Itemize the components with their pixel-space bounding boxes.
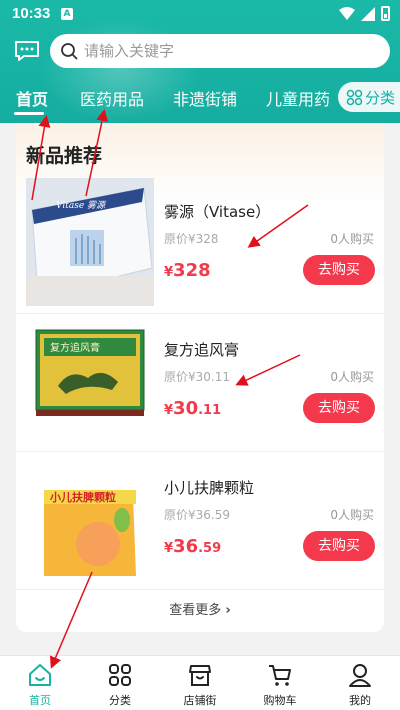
message-icon[interactable]: [14, 40, 40, 62]
price-integer: 328: [173, 260, 211, 281]
buy-button[interactable]: 去购买: [303, 255, 375, 285]
product-item[interactable]: 复方追风膏 复方追风膏 原价¥30.11 0人购买 ¥30.11 去购买: [16, 316, 384, 446]
product-name: 小儿扶脾颗粒: [164, 479, 255, 497]
view-more-link[interactable]: 查看更多 ›: [16, 599, 384, 618]
user-icon: [349, 664, 371, 687]
tabbar-home[interactable]: 首页: [0, 656, 80, 710]
product-original-price: 原价¥328: [164, 232, 219, 246]
tabbar-cart[interactable]: 购物车: [240, 656, 320, 710]
product-sold-count: 0人购买: [330, 370, 374, 384]
cart-icon: [269, 665, 291, 686]
product-sold-count: 0人购买: [330, 508, 374, 522]
price-decimal: .59: [198, 541, 222, 556]
tabbar-label: 购物车: [263, 694, 297, 707]
tabbar-category[interactable]: 分类: [80, 656, 160, 710]
wifi-icon: [339, 7, 355, 20]
price-integer: 30: [173, 398, 199, 419]
tabbar-mine[interactable]: 我的: [320, 656, 400, 710]
search-icon: [61, 43, 78, 60]
price-integer: 36: [173, 536, 199, 557]
product-name: 复方追风膏: [164, 341, 240, 359]
status-bar: 10:33 A: [0, 0, 400, 28]
chevron-right-icon: ›: [225, 603, 231, 618]
sim-icon: A: [61, 8, 73, 20]
app-screen: 10:33 A 首页 医药用品 非遗街铺 儿童用药 分类: [0, 0, 400, 710]
tab-medical-supplies[interactable]: 医药用品: [80, 86, 144, 110]
search-bar[interactable]: [50, 34, 390, 68]
buy-button[interactable]: 去购买: [303, 393, 375, 423]
bottom-tab-bar: 首页 分类 店铺街 购物车 我的: [0, 655, 400, 710]
buy-button[interactable]: 去购买: [303, 531, 375, 561]
tab-home[interactable]: 首页: [16, 86, 48, 110]
category-button[interactable]: 分类: [338, 82, 400, 112]
store-icon: [189, 665, 211, 686]
price-currency: ¥: [164, 403, 174, 418]
grid-icon: [346, 89, 363, 105]
category-button-label: 分类: [365, 88, 396, 107]
signal-icon: [361, 6, 375, 21]
product-price: ¥30.11: [164, 398, 221, 419]
section-title: 新品推荐: [26, 145, 103, 167]
status-icons: [339, 6, 390, 21]
product-item[interactable]: 小儿扶脾颗粒 小儿扶脾颗粒 原价¥36.59 0人购买 ¥36.59 去购买: [16, 454, 384, 584]
price-currency: ¥: [164, 541, 174, 556]
product-image[interactable]: 小儿扶脾颗粒: [26, 454, 154, 582]
search-input[interactable]: [84, 42, 364, 60]
grid-icon: [109, 664, 131, 686]
tab-children-medicine[interactable]: 儿童用药: [266, 86, 330, 110]
divider: [16, 589, 384, 590]
tab-heritage-shops[interactable]: 非遗街铺: [173, 86, 237, 110]
product-image[interactable]: 复方追风膏: [26, 316, 154, 444]
home-icon: [29, 664, 51, 686]
tabbar-label: 我的: [349, 694, 371, 707]
product-price: ¥36.59: [164, 536, 221, 557]
product-box-text: Vitase 雾源: [56, 200, 107, 211]
tabbar-label: 店铺街: [183, 694, 217, 707]
product-image[interactable]: Vitase 雾源: [26, 178, 154, 306]
product-price: ¥328: [164, 260, 211, 281]
active-tab-indicator: [14, 112, 44, 115]
view-more-label: 查看更多: [169, 603, 222, 618]
product-original-price: 原价¥30.11: [164, 370, 230, 384]
divider: [16, 451, 384, 452]
product-box-text: 小儿扶脾颗粒: [49, 490, 116, 504]
divider: [16, 313, 384, 314]
product-box-text: 复方追风膏: [50, 341, 100, 354]
tabbar-label: 分类: [109, 694, 131, 707]
tabbar-store-street[interactable]: 店铺街: [160, 656, 240, 710]
price-decimal: .11: [198, 403, 222, 418]
price-currency: ¥: [164, 265, 174, 280]
product-original-price: 原价¥36.59: [164, 508, 230, 522]
battery-icon: [381, 6, 390, 21]
new-products-card: 新品推荐 Vitase 雾源 雾源（Vitase） 原价¥328 0人购买 ¥3…: [16, 123, 384, 632]
product-sold-count: 0人购买: [330, 232, 374, 246]
status-time: 10:33: [12, 5, 51, 22]
tabbar-label: 首页: [29, 694, 51, 707]
product-item[interactable]: Vitase 雾源 雾源（Vitase） 原价¥328 0人购买 ¥328 去购…: [16, 178, 384, 308]
product-name: 雾源（Vitase）: [164, 203, 271, 221]
